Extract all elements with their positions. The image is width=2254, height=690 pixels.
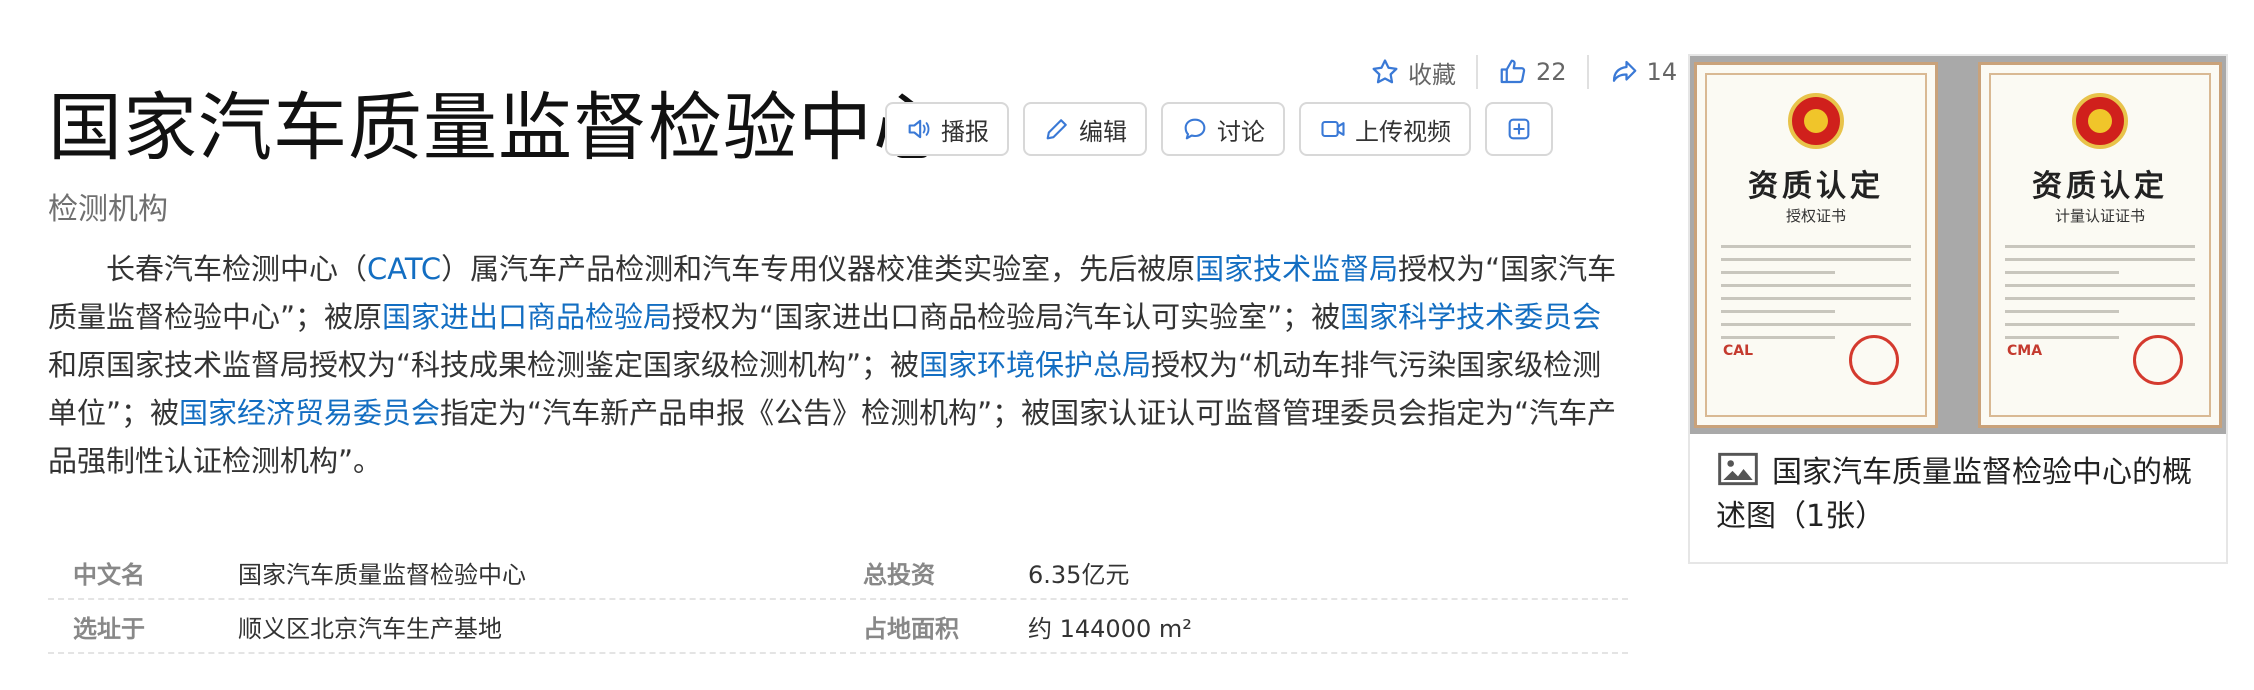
like-count: 22 — [1536, 58, 1567, 86]
summary-text: 长春汽车检测中心（ — [106, 252, 368, 286]
info-key: 总投资 — [863, 560, 935, 589]
national-emblem-icon — [2072, 93, 2128, 149]
edit-button[interactable]: 编辑 — [1023, 102, 1147, 156]
summary-text: 授权为“国家进出口商品检验局汽车认可实验室”；被 — [672, 300, 1341, 334]
link-environmental-protection-admin[interactable]: 国家环境保护总局 — [919, 348, 1151, 382]
share-count: 14 — [1646, 58, 1678, 86]
entry-toolbar: 播报 编辑 讨论 上传视频 — [885, 102, 1553, 156]
play-button[interactable]: 播报 — [885, 102, 1009, 156]
entry-category: 检测机构 — [48, 192, 168, 227]
summary-text: 和原国家技术监督局授权为“科技成果检测鉴定国家级检测机构”；被 — [48, 348, 920, 382]
basic-info-table: 中文名 国家汽车质量监督检验中心 总投资 6.35亿元 选址于 顺义区北京汽车生… — [48, 546, 1628, 654]
info-key: 选址于 — [73, 614, 145, 643]
certificate-mark: CAL — [1723, 343, 1754, 359]
info-key: 占地面积 — [863, 614, 959, 643]
upload-video-button[interactable]: 上传视频 — [1299, 102, 1471, 156]
album-caption-text: 国家汽车质量监督检验中心的概述图（1张） — [1716, 455, 2192, 534]
info-value: 约 144000 m² — [1028, 614, 1192, 643]
link-national-tech-supervision-bureau[interactable]: 国家技术监督局 — [1195, 252, 1398, 286]
discuss-label: 讨论 — [1217, 117, 1265, 146]
upload-video-label: 上传视频 — [1355, 117, 1451, 146]
certificate-right: 资质认定 计量认证证书 CMA — [1978, 62, 2222, 428]
certificate-title: 资质认定 — [2032, 169, 2168, 204]
certificate-text-lines — [2005, 245, 2195, 349]
info-key: 中文名 — [73, 560, 145, 589]
add-button[interactable] — [1485, 102, 1553, 156]
edit-label: 编辑 — [1079, 117, 1127, 146]
album-caption[interactable]: 国家汽车质量监督检验中心的概述图（1张） — [1716, 450, 2206, 539]
certificate-title: 资质认定 — [1748, 169, 1884, 204]
chat-bubble-icon — [1184, 118, 1206, 140]
share-button[interactable]: 14 — [1609, 57, 1678, 87]
play-label: 播报 — [941, 117, 989, 146]
red-stamp-icon — [2133, 335, 2183, 385]
summary-text: ）属汽车产品检测和汽车专用仪器校准类实验室，先后被原 — [441, 252, 1196, 286]
summary-paragraph: 长春汽车检测中心（CATC）属汽车产品检测和汽车专用仪器校准类实验室，先后被原国… — [48, 245, 1628, 485]
certificate-text-lines — [1721, 245, 1911, 349]
top-actions: 收藏 22 14 — [1370, 48, 1677, 96]
favorite-button[interactable]: 收藏 — [1370, 55, 1456, 90]
share-icon — [1612, 60, 1636, 82]
info-value: 顺义区北京汽车生产基地 — [238, 614, 502, 643]
certificate-photo[interactable]: 资质认定 授权证书 CAL 资质认定 计量认证证书 CMA — [1690, 56, 2226, 434]
discuss-button[interactable]: 讨论 — [1161, 102, 1285, 156]
certificate-subtitle: 计量认证证书 — [2054, 207, 2145, 225]
divider — [1586, 55, 1589, 89]
red-stamp-icon — [1849, 335, 1899, 385]
thumbs-up-icon — [1500, 59, 1526, 84]
favorite-label: 收藏 — [1408, 60, 1456, 89]
page-title: 国家汽车质量监督检验中心 — [48, 85, 948, 171]
divider — [1476, 55, 1478, 89]
certificate-left: 资质认定 授权证书 CAL — [1694, 62, 1938, 428]
pencil-icon — [1046, 119, 1067, 140]
video-camera-icon — [1321, 120, 1345, 138]
speaker-icon — [908, 119, 930, 139]
info-value: 国家汽车质量监督检验中心 — [238, 560, 526, 589]
certificate-mark: CMA — [2007, 343, 2043, 359]
link-economic-trade-commission[interactable]: 国家经济贸易委员会 — [179, 396, 440, 430]
album-card[interactable]: 资质认定 授权证书 CAL 资质认定 计量认证证书 CMA 国家汽车质量监督检验… — [1688, 54, 2228, 564]
star-icon — [1372, 59, 1398, 84]
national-emblem-icon — [1788, 93, 1844, 149]
link-science-tech-commission[interactable]: 国家科学技术委员会 — [1340, 300, 1601, 334]
info-value: 6.35亿元 — [1028, 560, 1130, 589]
link-catc[interactable]: CATC — [367, 252, 441, 286]
certificate-subtitle: 授权证书 — [1785, 207, 1846, 225]
image-icon — [1718, 452, 1758, 486]
link-import-export-inspection-bureau[interactable]: 国家进出口商品检验局 — [382, 300, 672, 334]
info-row: 中文名 国家汽车质量监督检验中心 总投资 6.35亿元 — [48, 546, 1628, 600]
plus-square-icon — [1508, 118, 1530, 140]
info-row: 选址于 顺义区北京汽车生产基地 占地面积 约 144000 m² — [48, 600, 1628, 654]
like-button[interactable]: 22 — [1498, 57, 1567, 87]
